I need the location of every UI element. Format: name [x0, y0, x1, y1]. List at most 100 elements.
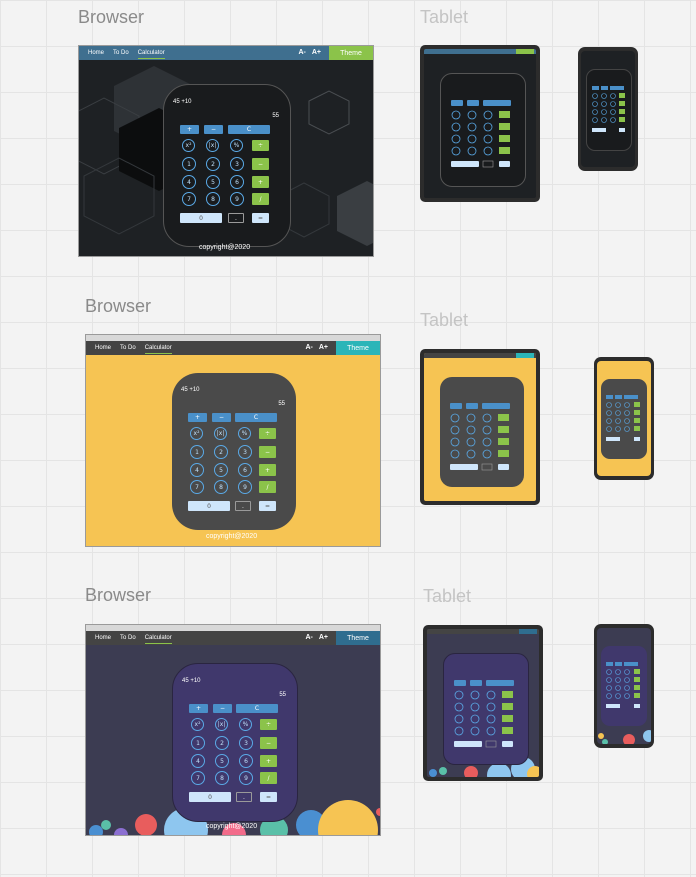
key-divide[interactable]: ÷ — [259, 428, 276, 439]
key-equals[interactable]: = — [259, 501, 276, 511]
copyright-text: copyright@2020 — [206, 533, 258, 540]
nav-home[interactable]: Home — [95, 345, 111, 351]
browser-mockup-yellow: Home To Do Calculator A- A+ Theme 45 +1 0… — [85, 334, 381, 547]
calculator-panel: 45 +10 55 + − C x² |x| % ÷ 1 2 3 − 4 5 6… — [172, 663, 298, 822]
key-subtract[interactable]: − — [252, 158, 269, 170]
browser-label: Browser — [78, 7, 145, 27]
nav-home[interactable]: Home — [88, 50, 104, 56]
key-1[interactable]: 1 — [191, 736, 205, 750]
key-0[interactable]: 0 — [180, 213, 222, 223]
key-2[interactable]: 2 — [214, 445, 228, 459]
key-minus[interactable]: − — [204, 125, 223, 134]
key-4[interactable]: 4 — [191, 754, 205, 768]
key-8[interactable]: 8 — [214, 480, 228, 494]
nav-todo[interactable]: To Do — [120, 345, 136, 351]
key-subtract[interactable]: − — [259, 446, 276, 458]
key-clear[interactable]: C — [235, 413, 277, 422]
browser-label: Browser — [85, 296, 152, 316]
key-divide[interactable]: ÷ — [260, 719, 277, 730]
nav-todo[interactable]: To Do — [120, 635, 136, 641]
key-square[interactable]: x² — [190, 427, 203, 440]
nav-calculator[interactable]: Calculator — [144, 345, 172, 354]
font-increase-button[interactable]: A+ — [319, 634, 328, 641]
key-3[interactable]: 3 — [239, 736, 253, 750]
font-decrease-button[interactable]: A- — [305, 634, 312, 641]
key-divide[interactable]: ÷ — [252, 140, 269, 151]
nav-calculator[interactable]: Calculator — [137, 50, 165, 59]
phone-mockup-dark — [578, 47, 638, 171]
key-slash[interactable]: / — [252, 193, 269, 205]
theme-button[interactable]: Theme — [329, 46, 373, 60]
key-4[interactable]: 4 — [190, 463, 204, 477]
key-3[interactable]: 3 — [230, 157, 244, 171]
navbar: Home To Do Calculator A- A+ Theme — [79, 46, 373, 60]
key-0[interactable]: 0 — [188, 501, 230, 511]
calculator-panel: 45 +10 55 + − C x² |x| % ÷ 1 2 3 − 4 5 6… — [172, 373, 296, 530]
browser-mockup-purple: Home To Do Calculator A- A+ Theme 45 +1 0… — [85, 624, 381, 836]
key-clear[interactable]: C — [236, 704, 278, 713]
key-abs[interactable]: |x| — [214, 427, 227, 440]
key-percent[interactable]: % — [230, 139, 243, 152]
key-add[interactable]: + — [259, 464, 276, 476]
key-plus[interactable]: + — [180, 125, 199, 134]
font-decrease-button[interactable]: A- — [305, 344, 312, 351]
theme-button[interactable]: Theme — [336, 341, 380, 355]
key-4[interactable]: 4 — [182, 175, 196, 189]
calc-result: 55 — [279, 692, 286, 698]
nav-home[interactable]: Home — [95, 635, 111, 641]
key-slash[interactable]: / — [260, 772, 277, 784]
key-minus[interactable]: − — [212, 413, 231, 422]
key-6[interactable]: 6 — [230, 175, 244, 189]
tablet-label: Tablet — [420, 7, 469, 27]
key-1[interactable]: 1 — [182, 157, 196, 171]
key-plus[interactable]: + — [189, 704, 208, 713]
font-increase-button[interactable]: A+ — [319, 344, 328, 351]
key-2[interactable]: 2 — [215, 736, 229, 750]
key-percent[interactable]: % — [238, 427, 251, 440]
key-square[interactable]: x² — [191, 718, 204, 731]
calc-result: 55 — [272, 113, 279, 119]
font-increase-button[interactable]: A+ — [312, 49, 321, 56]
browser-chrome-bar — [86, 335, 380, 341]
key-8[interactable]: 8 — [206, 192, 220, 206]
key-0[interactable]: 0 — [189, 792, 231, 802]
font-decrease-button[interactable]: A- — [298, 49, 305, 56]
key-equals[interactable]: = — [260, 792, 277, 802]
key-plus[interactable]: + — [188, 413, 207, 422]
key-5[interactable]: 5 — [206, 175, 220, 189]
browser-label: Browser — [85, 585, 152, 605]
key-add[interactable]: + — [252, 176, 269, 188]
key-5[interactable]: 5 — [214, 463, 228, 477]
key-subtract[interactable]: − — [260, 737, 277, 749]
nav-calculator[interactable]: Calculator — [144, 635, 172, 644]
key-9[interactable]: 9 — [230, 192, 244, 206]
key-equals[interactable]: = — [252, 213, 269, 223]
key-decimal[interactable]: . — [235, 501, 251, 511]
key-add[interactable]: + — [260, 755, 277, 767]
key-slash[interactable]: / — [259, 481, 276, 493]
theme-button[interactable]: Theme — [336, 631, 380, 645]
key-abs[interactable]: |x| — [206, 139, 219, 152]
key-5[interactable]: 5 — [215, 754, 229, 768]
browser-mockup-dark: Home To Do Calculator A- A+ Theme 45 +1 0… — [78, 45, 374, 257]
navbar: Home To Do Calculator A- A+ Theme — [86, 631, 380, 645]
key-percent[interactable]: % — [239, 718, 252, 731]
key-7[interactable]: 7 — [191, 771, 205, 785]
key-abs[interactable]: |x| — [215, 718, 228, 731]
key-3[interactable]: 3 — [238, 445, 252, 459]
key-decimal[interactable]: . — [228, 213, 244, 223]
key-square[interactable]: x² — [182, 139, 195, 152]
key-6[interactable]: 6 — [239, 754, 253, 768]
key-8[interactable]: 8 — [215, 771, 229, 785]
nav-todo[interactable]: To Do — [113, 50, 129, 56]
key-9[interactable]: 9 — [238, 480, 252, 494]
key-1[interactable]: 1 — [190, 445, 204, 459]
key-9[interactable]: 9 — [239, 771, 253, 785]
key-7[interactable]: 7 — [190, 480, 204, 494]
key-6[interactable]: 6 — [238, 463, 252, 477]
key-decimal[interactable]: . — [236, 792, 252, 802]
key-clear[interactable]: C — [228, 125, 270, 134]
key-minus[interactable]: − — [213, 704, 232, 713]
key-7[interactable]: 7 — [182, 192, 196, 206]
key-2[interactable]: 2 — [206, 157, 220, 171]
